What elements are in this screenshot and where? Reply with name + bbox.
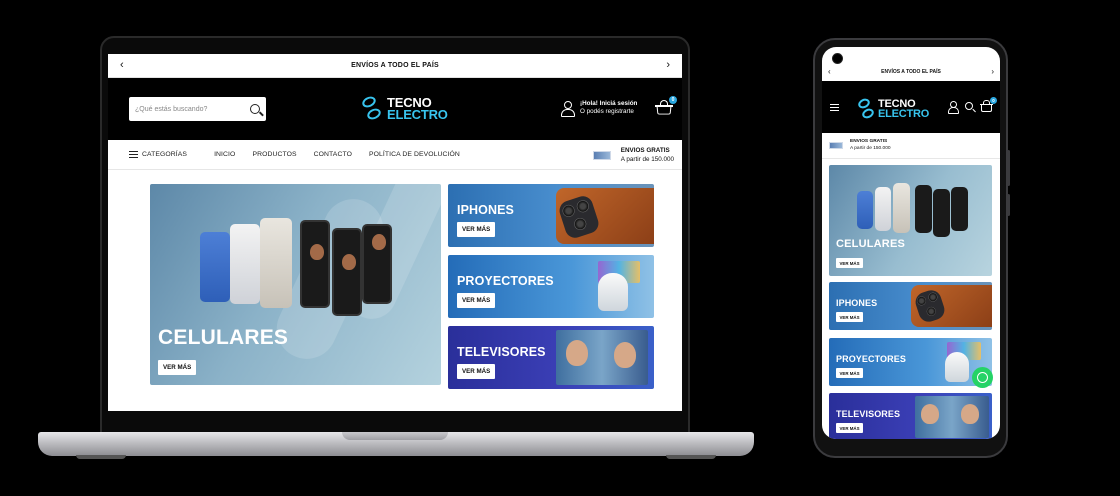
chevron-left-icon[interactable]: ‹ bbox=[828, 68, 831, 76]
shipping-subtitle: A partir de 150.000 bbox=[620, 155, 674, 163]
laptop-foot bbox=[76, 455, 126, 459]
banner-iphones[interactable]: IPHONES VER MÁS bbox=[829, 282, 992, 330]
phone-screen: ‹ ENVÍOS A TODO EL PAÍS › TECNO ELECTRO … bbox=[822, 47, 1000, 439]
banner-title: TELEVISORES bbox=[836, 409, 901, 419]
user-icon[interactable] bbox=[948, 101, 959, 114]
main-nav: CATEGORÍAS INICIO PRODUCTOS CONTACTO POL… bbox=[108, 140, 682, 170]
laptop-foot bbox=[666, 455, 716, 459]
logo-line2: ELECTRO bbox=[387, 107, 448, 122]
announcement-text: ENVÍOS A TODO EL PAÍS bbox=[351, 62, 439, 69]
truck-icon bbox=[592, 151, 611, 160]
cart-count-badge: 0 bbox=[990, 97, 997, 104]
banner-proyectores[interactable]: PROYECTORES VER MÁS bbox=[829, 338, 992, 386]
banner-televisores[interactable]: TELEVISORES VER MÁS bbox=[829, 393, 992, 439]
phone-side-button bbox=[1007, 150, 1010, 186]
hero-title: CELULARES bbox=[158, 326, 289, 349]
hero-cta-button[interactable]: VER MÁS bbox=[158, 360, 197, 375]
cart-count-badge: 0 bbox=[669, 96, 677, 104]
phone-image bbox=[933, 189, 950, 237]
phone-image bbox=[200, 232, 230, 302]
banner-cta-button[interactable]: VER MÁS bbox=[457, 222, 496, 237]
phone-image bbox=[915, 185, 932, 233]
nav-item-productos[interactable]: PRODUCTOS bbox=[252, 151, 296, 158]
phone-image bbox=[230, 224, 260, 304]
search-box[interactable]: ¿Qué estás buscando? bbox=[129, 97, 266, 121]
banner-title: PROYECTORES bbox=[457, 274, 554, 288]
logo-mark-icon bbox=[360, 94, 384, 122]
iphone-image bbox=[911, 285, 992, 327]
phone-image bbox=[893, 183, 910, 233]
banner-proyectores[interactable]: PROYECTORES VER MÁS bbox=[448, 255, 654, 318]
chevron-right-icon[interactable]: › bbox=[666, 60, 670, 71]
account-link[interactable]: ¡Hola! Iniciá sesión O podés registrarte bbox=[561, 100, 637, 118]
register-text[interactable]: O podés registrarte bbox=[580, 108, 634, 115]
mobile-header: TECNO ELECTRO 0 bbox=[822, 81, 1000, 133]
store-logo[interactable]: TECNO ELECTRO bbox=[856, 95, 929, 123]
free-shipping-notice: ENVIOS GRATIS A partir de 150.000 bbox=[592, 147, 674, 164]
logo-line2: ELECTRO bbox=[878, 108, 930, 120]
search-icon[interactable] bbox=[250, 104, 260, 114]
projector-image bbox=[598, 273, 628, 311]
shipping-subtitle: A partir de 150.000 bbox=[850, 145, 891, 151]
logo-mark-icon bbox=[856, 96, 876, 121]
search-input[interactable]: ¿Qué estás buscando? bbox=[135, 106, 250, 113]
menu-icon[interactable] bbox=[830, 104, 839, 111]
banner-cta-button[interactable]: VER MÁS bbox=[836, 368, 864, 378]
free-shipping-notice: ENVIOS GRATIS A partir de 150.000 bbox=[822, 133, 1000, 159]
announcement-bar: ‹ ENVÍOS A TODO EL PAÍS › bbox=[108, 54, 682, 78]
mobile-announcement-bar: ‹ ENVÍOS A TODO EL PAÍS › bbox=[822, 65, 1000, 79]
banner-title: TELEVISORES bbox=[457, 345, 546, 359]
menu-icon bbox=[129, 151, 138, 158]
banner-cta-button[interactable]: VER MÁS bbox=[457, 364, 496, 379]
tv-kids-image bbox=[556, 330, 648, 385]
chevron-left-icon[interactable]: ‹ bbox=[120, 60, 124, 71]
banner-cta-button[interactable]: VER MÁS bbox=[457, 293, 496, 308]
chevron-right-icon[interactable]: › bbox=[991, 68, 994, 76]
hero-cta-button[interactable]: VER MÁS bbox=[836, 258, 864, 268]
login-text[interactable]: ¡Hola! Iniciá sesión bbox=[580, 100, 637, 108]
whatsapp-icon[interactable] bbox=[972, 367, 993, 388]
nav-categories-label: CATEGORÍAS bbox=[142, 151, 188, 158]
tv-kids-image bbox=[915, 396, 989, 438]
site-header: ¿Qué estás buscando? TECNO ELECTRO ¡Hola… bbox=[108, 78, 682, 140]
hero-banner-celulares[interactable]: CELULARES VER MÁS bbox=[829, 165, 992, 276]
cart-button[interactable]: 0 bbox=[980, 97, 997, 112]
banner-title: PROYECTORES bbox=[836, 354, 906, 364]
nav-categories[interactable]: CATEGORÍAS bbox=[129, 151, 187, 158]
search-icon[interactable] bbox=[965, 102, 973, 110]
phone-image bbox=[857, 191, 873, 229]
banner-title: IPHONES bbox=[836, 298, 878, 308]
phone-image bbox=[260, 218, 292, 308]
phone-image bbox=[875, 187, 891, 231]
phone-image bbox=[300, 220, 330, 308]
hero-banner-celulares[interactable]: CELULARES VER MÁS bbox=[150, 184, 441, 385]
banner-televisores[interactable]: TELEVISORES VER MÁS bbox=[448, 326, 654, 389]
shipping-title: ENVIOS GRATIS bbox=[620, 147, 670, 154]
phone-image bbox=[951, 187, 968, 231]
banner-cta-button[interactable]: VER MÁS bbox=[836, 312, 864, 322]
store-logo[interactable]: TECNO ELECTRO bbox=[360, 94, 448, 123]
announcement-text: ENVÍOS A TODO EL PAÍS bbox=[881, 69, 941, 75]
laptop-groove bbox=[342, 432, 448, 440]
nav-item-inicio[interactable]: INICIO bbox=[214, 151, 235, 158]
cart-button[interactable]: 0 bbox=[655, 96, 677, 115]
user-icon bbox=[561, 101, 575, 118]
banner-cta-button[interactable]: VER MÁS bbox=[836, 423, 864, 433]
nav-item-devolucion[interactable]: POLÍTICA DE DEVOLUCIÓN bbox=[369, 151, 460, 158]
nav-item-contacto[interactable]: CONTACTO bbox=[314, 151, 352, 158]
laptop-notch bbox=[365, 38, 429, 48]
banner-iphones[interactable]: IPHONES VER MÁS bbox=[448, 184, 654, 247]
hero-title: CELULARES bbox=[836, 238, 906, 250]
banner-title: IPHONES bbox=[457, 203, 514, 217]
truck-icon bbox=[829, 142, 843, 149]
laptop-screen: ‹ ENVÍOS A TODO EL PAÍS › ¿Qué estás bus… bbox=[108, 54, 682, 411]
camera-hole bbox=[832, 53, 843, 64]
phone-image bbox=[332, 228, 362, 316]
iphone-image bbox=[556, 188, 654, 244]
projector-image bbox=[945, 352, 969, 382]
phone-side-button bbox=[1007, 194, 1010, 216]
